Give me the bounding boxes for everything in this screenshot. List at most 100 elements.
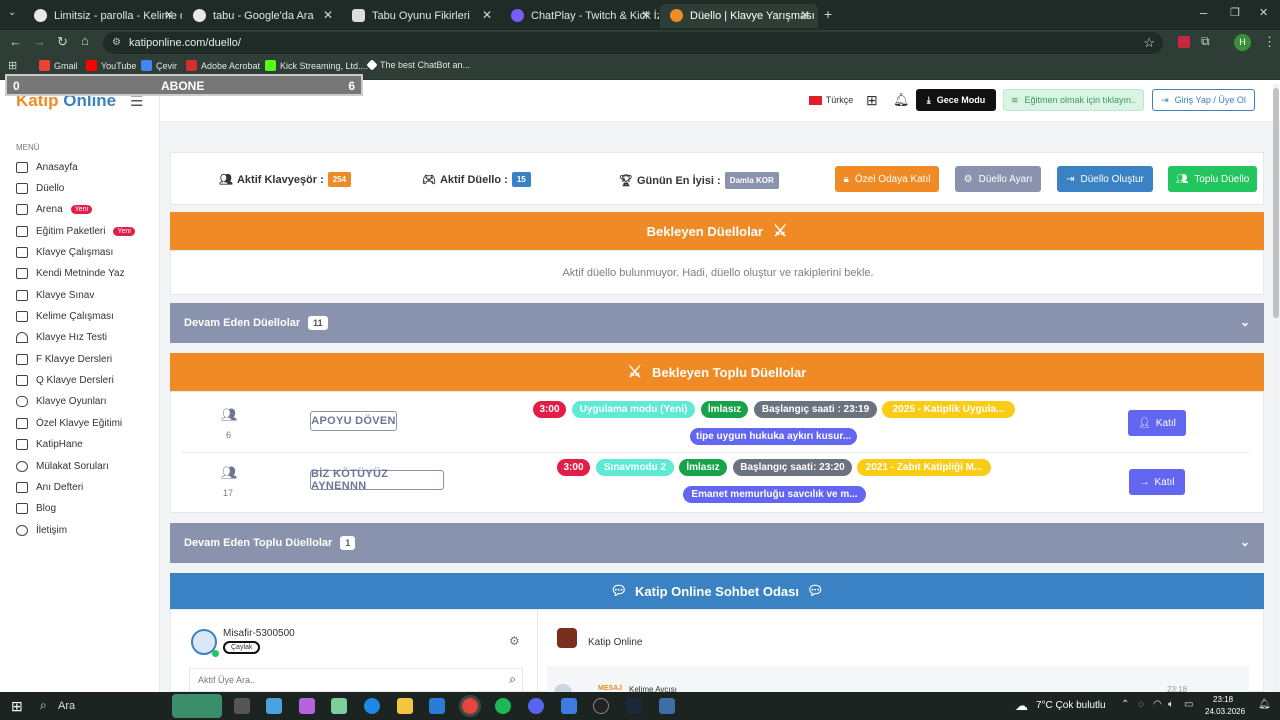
restore-icon[interactable]: ❐: [1230, 6, 1240, 19]
edge-icon[interactable]: [364, 698, 380, 714]
chevron-down-icon[interactable]: ⌄: [1240, 315, 1250, 329]
sidebar-item-arena[interactable]: Arena Yeni: [16, 200, 93, 218]
obs-icon[interactable]: [593, 698, 609, 714]
search-icon[interactable]: ⌕: [509, 672, 516, 687]
sidebar-item-kelime-calismasi[interactable]: Kelime Çalışması: [16, 307, 114, 325]
sidebar-item-kendi-metninde-yaz[interactable]: Kendi Metninde Yaz: [16, 264, 125, 282]
close-window-icon[interactable]: ✕: [1259, 6, 1268, 19]
duel-settings-button[interactable]: ⚙ Düello Ayarı: [955, 166, 1041, 192]
notifications-icon[interactable]: 🔔︎: [1258, 699, 1271, 710]
forward-icon[interactable]: →: [33, 34, 46, 49]
sidebar-item-anasayfa[interactable]: Anasayfa: [16, 158, 78, 176]
member-search-input[interactable]: [190, 669, 498, 691]
new-tab-icon[interactable]: +: [824, 6, 832, 22]
close-tab-icon[interactable]: ✕: [323, 8, 333, 22]
close-tab-icon[interactable]: ✕: [164, 8, 174, 22]
night-mode-button[interactable]: ⤓ Gece Modu: [916, 89, 996, 111]
browser-tab-3[interactable]: Tabu Oyunu Fikirleri ✕: [342, 4, 500, 28]
create-duel-button[interactable]: ⇥ Düello Oluştur: [1057, 166, 1153, 192]
task-view-icon[interactable]: [234, 698, 250, 714]
reload-icon[interactable]: ↻: [57, 34, 68, 50]
users-icon: 👥︎: [1175, 173, 1189, 185]
apps-grid-icon[interactable]: ⊞: [866, 92, 878, 109]
mail-icon[interactable]: [429, 698, 445, 714]
ongoing-duels-header[interactable]: Devam Eden Düellolar 11 ⌄: [170, 303, 1264, 343]
discord-icon[interactable]: [528, 698, 544, 714]
search-icon[interactable]: ⌕: [40, 698, 47, 713]
home-icon[interactable]: ⌂: [81, 33, 89, 48]
join-button[interactable]: → Katıl: [1129, 469, 1185, 495]
notification-bell-icon[interactable]: 🔔︎: [893, 92, 910, 108]
chrome-icon[interactable]: [459, 695, 481, 717]
sidebar-item-klavye-hiz-testi[interactable]: Klavye Hız Testi: [16, 328, 107, 346]
bookmark-chatbot[interactable]: The best ChatBot an...: [366, 59, 470, 71]
close-tab-icon[interactable]: ✕: [800, 8, 810, 22]
become-instructor-button[interactable]: ≋ Eğitmen olmak için tıklayın..: [1003, 89, 1144, 111]
sidebar-item-duello[interactable]: Düello: [16, 179, 64, 197]
close-tab-icon[interactable]: ✕: [482, 8, 492, 22]
sidebar-item-katiphane[interactable]: KatipHane: [16, 435, 83, 453]
browser-tab-2[interactable]: tabu - Google'da Ara ✕: [183, 4, 341, 28]
close-tab-icon[interactable]: ✕: [641, 8, 651, 22]
scrollbar-thumb[interactable]: [1273, 88, 1279, 318]
language-selector[interactable]: Türkçe: [806, 89, 856, 111]
profile-avatar[interactable]: H: [1234, 34, 1251, 51]
sidebar-item-blog[interactable]: Blog: [16, 499, 56, 517]
sidebar-item-ani-defteri[interactable]: Anı Defteri: [16, 478, 83, 496]
bookmark-acrobat[interactable]: Adobe Acrobat: [186, 60, 260, 71]
windows-start-icon[interactable]: ⊞: [11, 698, 23, 715]
browser-tab-5[interactable]: Düello | Klavye Yarışması - Katip ✕: [660, 4, 818, 28]
login-button[interactable]: ⇥ Giriş Yap / Üye Ol: [1152, 89, 1255, 111]
bookmark-translate[interactable]: Çevir: [141, 60, 177, 71]
sidebar-item-ozel-klavye-egitimi[interactable]: Özel Klavye Eğitimi: [16, 414, 122, 432]
page-scrollbar[interactable]: [1273, 84, 1279, 692]
site-info-icon[interactable]: ⚙: [112, 32, 121, 54]
volume-icon[interactable]: 🔈︎: [1168, 699, 1174, 710]
app-icon[interactable]: [561, 698, 577, 714]
url-field[interactable]: ⚙ katiponline.com/duello/ ☆: [103, 32, 1163, 54]
join-button[interactable]: 👤︎ Katıl: [1128, 410, 1186, 436]
browser-tab-1[interactable]: Limitsiz - parolla - Kelime oyunu ✕: [24, 4, 182, 28]
sidebar-item-iletisim[interactable]: İletişim: [16, 521, 67, 539]
sidebar-item-klavye-oyunlari[interactable]: Klavye Oyunları: [16, 392, 107, 410]
taskbar-search-label[interactable]: Ara: [58, 700, 75, 712]
steam-icon[interactable]: [626, 698, 642, 714]
copilot-icon[interactable]: [299, 698, 315, 714]
spotify-icon[interactable]: [495, 698, 511, 714]
bookmark-kick[interactable]: Kick Streaming, Ltd....: [265, 60, 368, 71]
tray-app-icon[interactable]: ◌: [1138, 699, 1144, 710]
menu-dots-icon[interactable]: ⋮: [1263, 34, 1276, 50]
tab-search-icon[interactable]: ⌄: [8, 7, 16, 18]
clock-date[interactable]: 24.03.2026: [1205, 707, 1245, 716]
minimize-icon[interactable]: –: [1200, 5, 1207, 20]
app-icon[interactable]: [659, 698, 675, 714]
clock-time[interactable]: 23:18: [1213, 695, 1233, 704]
sidebar-item-klavye-calismasi[interactable]: Klavye Çalışması: [16, 243, 113, 261]
sidebar-item-klavye-sinav[interactable]: Klavye Sınav: [16, 286, 94, 304]
ongoing-group-duels-header[interactable]: Devam Eden Toplu Düellolar 1 ⌄: [170, 523, 1264, 563]
sidebar-item-mulakat-sorulari[interactable]: Mülakat Soruları: [16, 457, 109, 475]
battery-icon[interactable]: ▭: [1184, 699, 1193, 710]
bookmark-star-icon[interactable]: ☆: [1143, 32, 1155, 54]
photos-icon[interactable]: [266, 698, 282, 714]
extensions-puzzle-icon[interactable]: ⧉: [1201, 34, 1210, 49]
sidebar-item-q-klavye-dersleri[interactable]: Q Klavye Dersleri: [16, 371, 114, 389]
apps-grid-icon[interactable]: ⊞: [8, 59, 17, 72]
group-duel-button[interactable]: 👥︎ Toplu Düello: [1168, 166, 1257, 192]
sidebar-item-egitim-paketleri[interactable]: Eğitim Paketleri Yeni: [16, 222, 135, 240]
tray-chevron-icon[interactable]: ⌃: [1121, 699, 1129, 710]
file-explorer-icon[interactable]: [397, 698, 413, 714]
private-room-button[interactable]: 🔒︎ Özel Odaya Katıl: [835, 166, 939, 192]
time-pill: 3:00: [533, 401, 566, 418]
sidebar-item-f-klavye-dersleri[interactable]: F Klavye Dersleri: [16, 350, 112, 368]
gear-icon[interactable]: ⚙: [509, 634, 520, 648]
bookmark-gmail[interactable]: Gmail: [39, 60, 78, 71]
extension-icon[interactable]: [1178, 36, 1190, 48]
bookmark-youtube[interactable]: YouTube: [86, 60, 136, 71]
app-icon[interactable]: [331, 698, 347, 714]
browser-tab-4[interactable]: ChatPlay - Twitch & Kick İzleyici ✕: [501, 4, 659, 28]
chevron-down-icon[interactable]: ⌄: [1240, 535, 1250, 549]
back-icon[interactable]: ←: [9, 34, 22, 49]
weather-text[interactable]: 7°C Çok bulutlu: [1036, 700, 1106, 711]
wifi-icon[interactable]: ◠: [1153, 699, 1162, 710]
